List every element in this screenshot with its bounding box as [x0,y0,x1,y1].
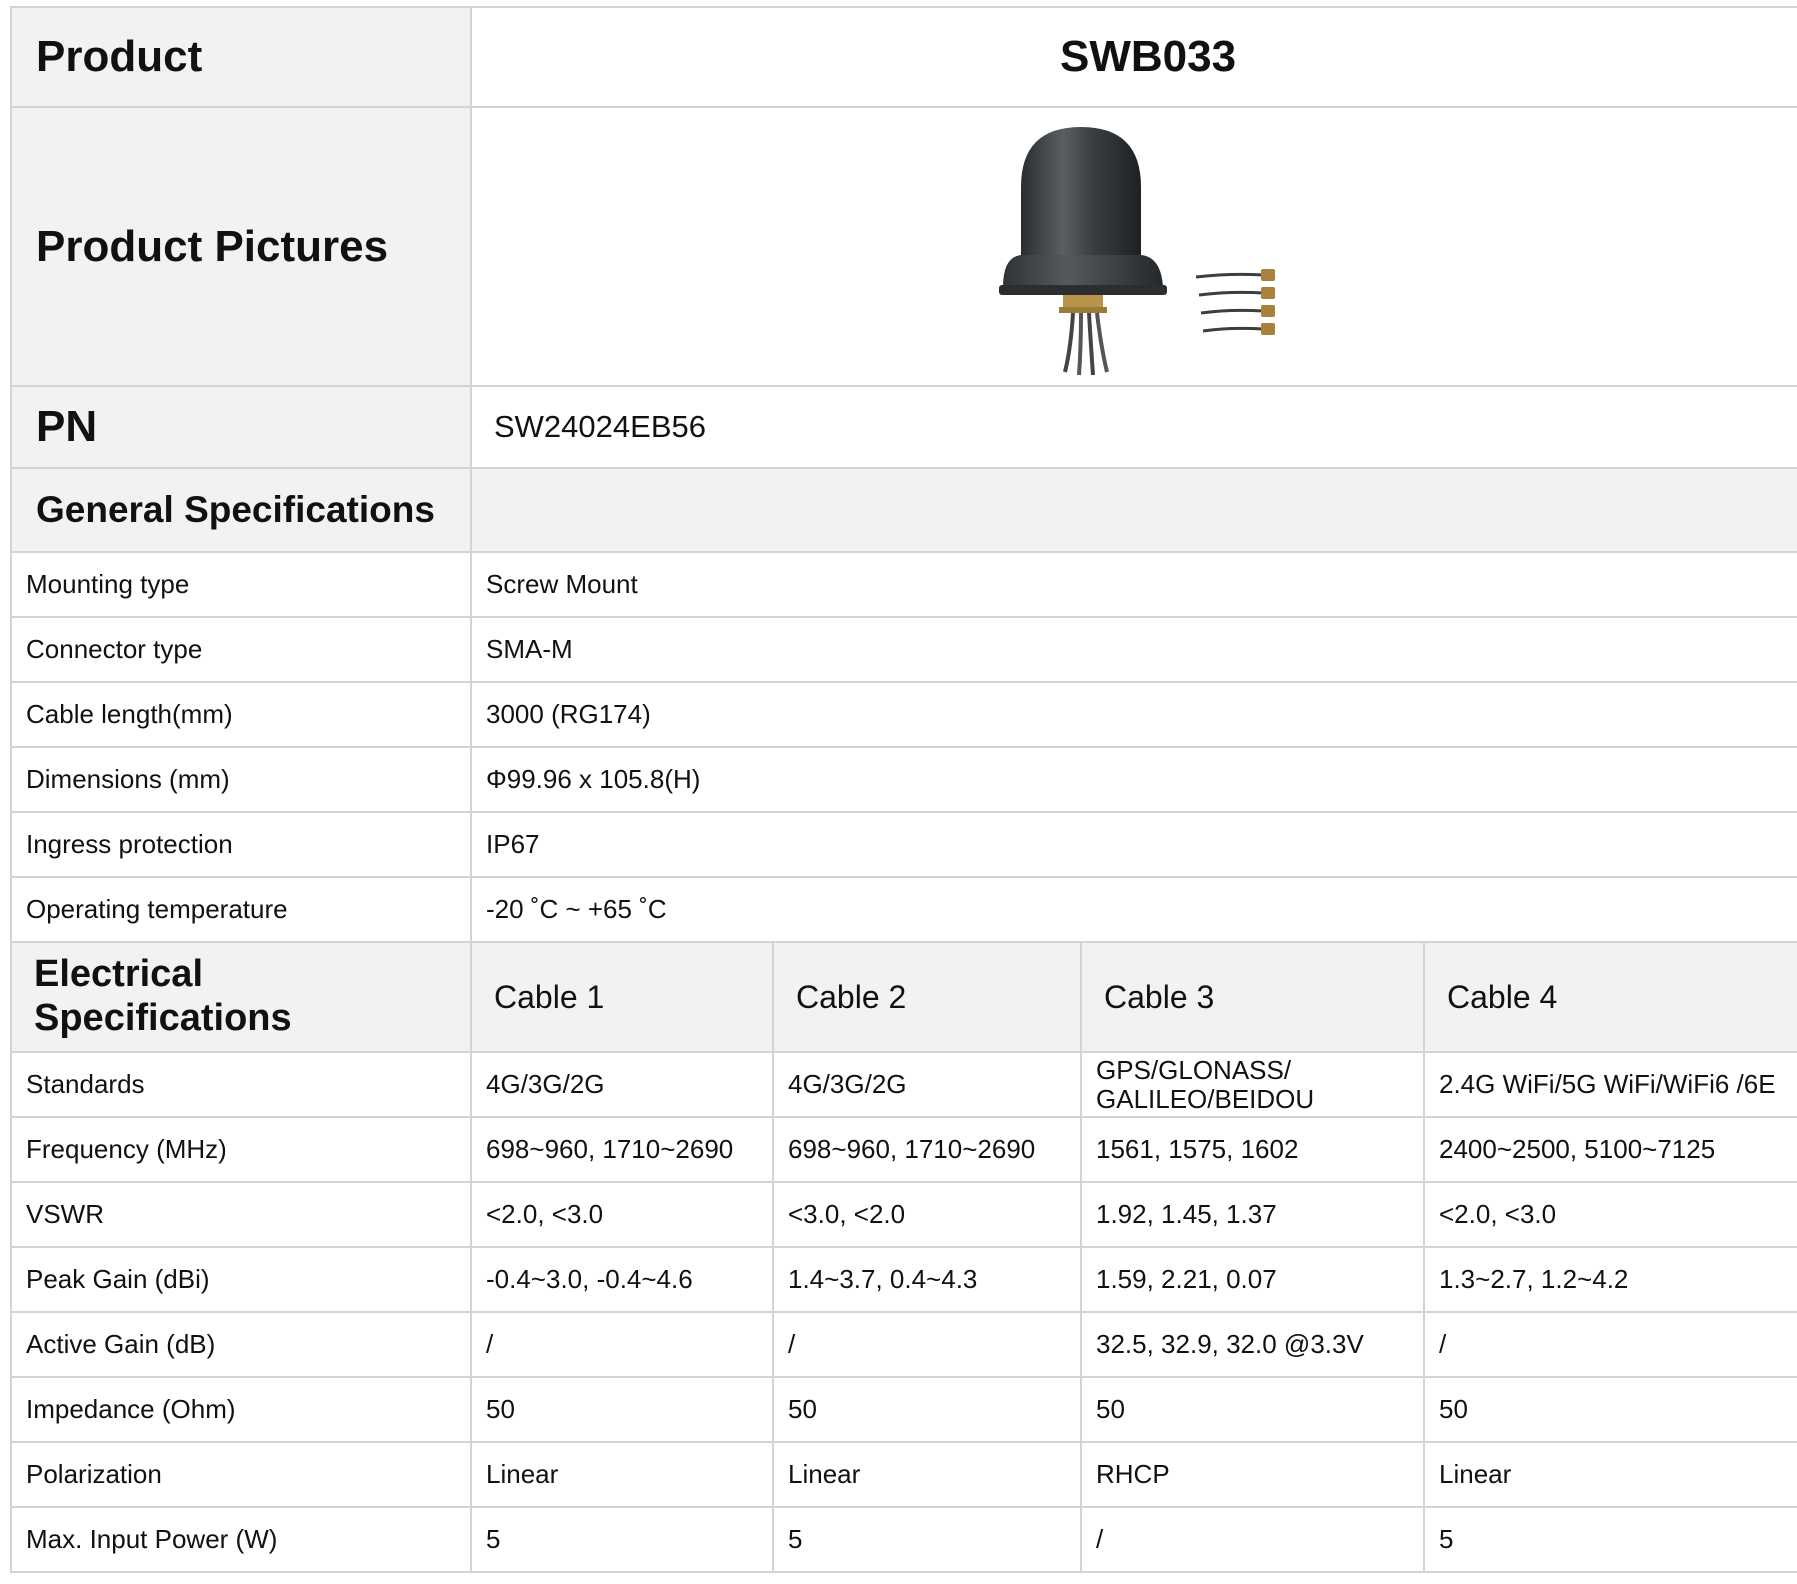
antenna-product-image [981,116,1301,377]
spec-table: Product SWB033 Product Pictures PN SW240… [10,6,1797,1573]
cable-4-value: 1.3~2.7, 1.2~4.2 [1422,1246,1797,1313]
cable-4-value: 2.4G WiFi/5G WiFi/WiFi6 /6E [1422,1051,1797,1118]
cable-2-value: 50 [772,1376,1082,1443]
cable-3-value: GPS/GLONASS/ GALILEO/BEIDOU [1080,1051,1425,1118]
general-spec-value: Screw Mount [469,551,1797,618]
general-spec-label: Cable length(mm) [10,681,472,748]
electrical-spec-label: VSWR [10,1181,472,1248]
general-spec-value: 3000 (RG174) [469,681,1797,748]
electrical-spec-row: Frequency (MHz) 698~960, 1710~2690 698~9… [10,1116,1797,1183]
pn-label: PN [10,385,472,469]
cable-1-value: <2.0, <3.0 [470,1181,774,1248]
product-model: SWB033 [469,6,1797,108]
general-spec-row: Mounting type Screw Mount [10,551,1797,618]
general-spec-row: Connector type SMA-M [10,616,1797,683]
general-spec-label: Operating temperature [10,876,472,943]
cable-1-value: -0.4~3.0, -0.4~4.6 [470,1246,774,1313]
pn-value: SW24024EB56 [469,385,1797,469]
cable-2-value: 698~960, 1710~2690 [772,1116,1082,1183]
general-spec-title: General Specifications [10,467,472,553]
cable-2-value: Linear [772,1441,1082,1508]
electrical-spec-label: Impedance (Ohm) [10,1376,472,1443]
cable-2-value: 1.4~3.7, 0.4~4.3 [772,1246,1082,1313]
electrical-spec-row: Active Gain (dB) / / 32.5, 32.9, 32.0 @3… [10,1311,1797,1378]
cable-3-value: 1561, 1575, 1602 [1080,1116,1425,1183]
electrical-spec-label: Active Gain (dB) [10,1311,472,1378]
electrical-spec-title-line1: Electrical [34,953,203,996]
general-spec-row: Ingress protection IP67 [10,811,1797,878]
general-spec-label: Dimensions (mm) [10,746,472,813]
product-row: Product SWB033 [10,6,1797,108]
electrical-spec-row: Polarization Linear Linear RHCP Linear [10,1441,1797,1508]
electrical-spec-row: Max. Input Power (W) 5 5 / 5 [10,1506,1797,1573]
cable-1-value: 4G/3G/2G [470,1051,774,1118]
electrical-spec-row: Impedance (Ohm) 50 50 50 50 [10,1376,1797,1443]
general-spec-row: Operating temperature -20 ˚C ~ +65 ˚C [10,876,1797,943]
cable-2-value: / [772,1311,1082,1378]
electrical-spec-title-line2: Specifications [34,997,292,1039]
general-spec-label: Connector type [10,616,472,683]
general-spec-value: SMA-M [469,616,1797,683]
cable-1-value: 5 [470,1506,774,1573]
cable-1-value: / [470,1311,774,1378]
general-spec-header-blank [469,467,1797,553]
cable-1-value: Linear [470,1441,774,1508]
electrical-spec-label: Polarization [10,1441,472,1508]
cable-1-value: 698~960, 1710~2690 [470,1116,774,1183]
general-spec-header-row: General Specifications [10,467,1797,553]
cable-4-value: 2400~2500, 5100~7125 [1422,1116,1797,1183]
cable-2-value: 5 [772,1506,1082,1573]
general-spec-value: -20 ˚C ~ +65 ˚C [469,876,1797,943]
general-spec-row: Dimensions (mm) Φ99.96 x 105.8(H) [10,746,1797,813]
cable-header-4: Cable 4 [1422,941,1797,1053]
cable-3-value: 1.59, 2.21, 0.07 [1080,1246,1425,1313]
electrical-spec-label: Max. Input Power (W) [10,1506,472,1573]
electrical-spec-row: Standards 4G/3G/2G 4G/3G/2G GPS/GLONASS/… [10,1051,1797,1118]
cable-4-value: <2.0, <3.0 [1422,1181,1797,1248]
cable-2-value: 4G/3G/2G [772,1051,1082,1118]
cable-3-value: 32.5, 32.9, 32.0 @3.3V [1080,1311,1425,1378]
cable-4-value: Linear [1422,1441,1797,1508]
cable-4-value: 5 [1422,1506,1797,1573]
cable-3-value: RHCP [1080,1441,1425,1508]
product-label: Product [10,6,472,108]
product-pictures-label: Product Pictures [10,106,472,387]
general-spec-label: Mounting type [10,551,472,618]
general-spec-value: Φ99.96 x 105.8(H) [469,746,1797,813]
general-spec-value: IP67 [469,811,1797,878]
electrical-spec-title: Electrical Specifications [10,941,472,1053]
cable-header-1: Cable 1 [470,941,774,1053]
cable-header-3: Cable 3 [1080,941,1425,1053]
general-spec-row: Cable length(mm) 3000 (RG174) [10,681,1797,748]
electrical-spec-row: Peak Gain (dBi) -0.4~3.0, -0.4~4.6 1.4~3… [10,1246,1797,1313]
cable-4-value: 50 [1422,1376,1797,1443]
cable-1-value: 50 [470,1376,774,1443]
cable-header-2: Cable 2 [772,941,1082,1053]
cable-2-value: <3.0, <2.0 [772,1181,1082,1248]
cable-3-value: 50 [1080,1376,1425,1443]
pn-row: PN SW24024EB56 [10,385,1797,469]
general-spec-label: Ingress protection [10,811,472,878]
spec-sheet: Product SWB033 Product Pictures PN SW240… [10,6,1797,1573]
electrical-spec-label: Frequency (MHz) [10,1116,472,1183]
electrical-spec-label: Standards [10,1051,472,1118]
electrical-spec-header-row: Electrical Specifications Cable 1 Cable … [10,941,1797,1053]
electrical-spec-row: VSWR <2.0, <3.0 <3.0, <2.0 1.92, 1.45, 1… [10,1181,1797,1248]
cable-3-value: / [1080,1506,1425,1573]
cable-3-value: 1.92, 1.45, 1.37 [1080,1181,1425,1248]
product-pictures-row: Product Pictures [10,106,1797,387]
cable-4-value: / [1422,1311,1797,1378]
electrical-spec-label: Peak Gain (dBi) [10,1246,472,1313]
product-picture-cell [469,106,1797,387]
